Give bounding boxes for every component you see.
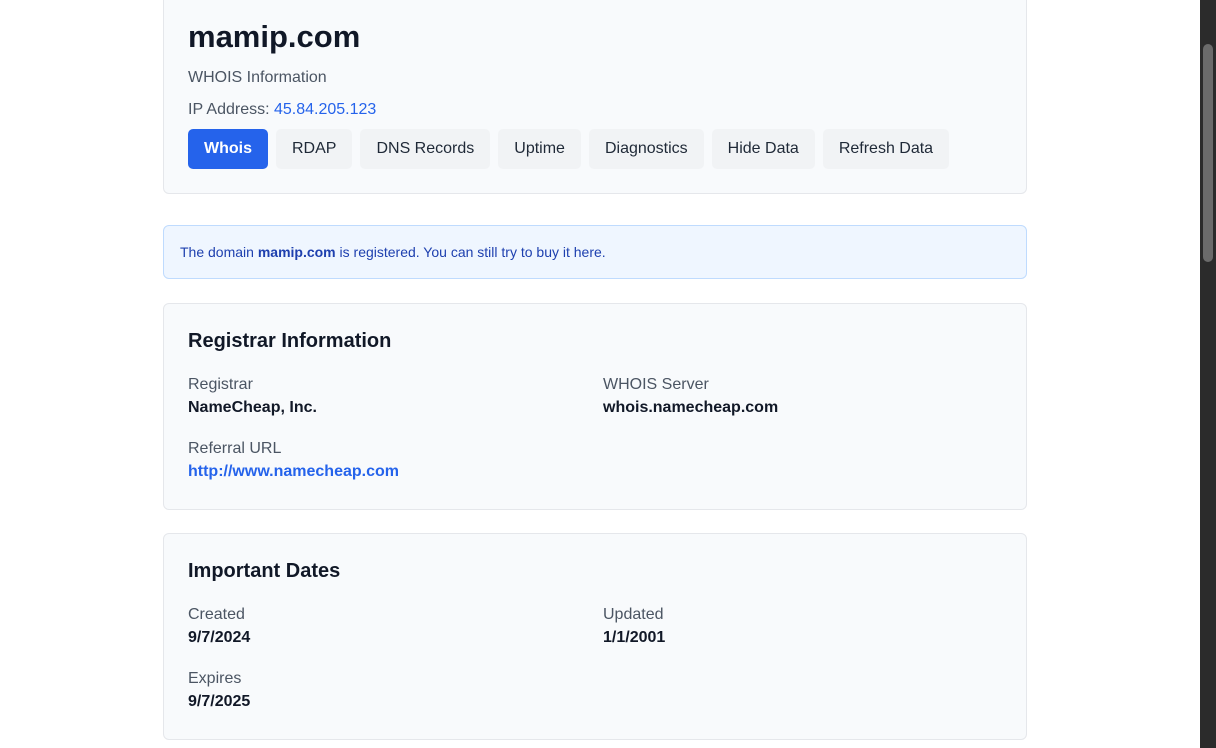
created-value: 9/7/2024 [188, 629, 251, 646]
buy-domain-link[interactable]: here [574, 244, 602, 260]
ip-address-link[interactable]: 45.84.205.123 [274, 101, 376, 118]
created-field: Created 9/7/2024 [188, 604, 250, 650]
updated-value: 1/1/2001 [603, 629, 666, 646]
expires-label: Expires [188, 670, 242, 687]
refresh-data-button[interactable]: Refresh Data [822, 129, 950, 169]
updated-field: Updated 1/1/2001 [603, 604, 665, 650]
registrar-field: Registrar NameCheap, Inc. [188, 374, 317, 420]
registration-notice: The domain mamip.com is registered. You … [163, 225, 1027, 279]
dns-records-button[interactable]: DNS Records [360, 129, 491, 169]
notice-middle: is registered. You can still try to buy … [335, 244, 574, 260]
page-title: mamip.com [188, 19, 361, 54]
dates-section-title: Important Dates [188, 560, 341, 582]
referral-url-link[interactable]: http://www.namecheap.com [188, 463, 399, 480]
vertical-scrollbar[interactable] [1200, 0, 1216, 748]
notice-domain: mamip.com [257, 244, 336, 260]
scrollbar-thumb[interactable] [1203, 44, 1213, 262]
hide-data-button[interactable]: Hide Data [711, 129, 815, 169]
whois-server-label: WHOIS Server [603, 376, 709, 393]
referral-url-field: Referral URL http://www.namecheap.com [188, 438, 399, 484]
page-subtitle: WHOIS Information [188, 69, 327, 86]
notice-prefix: The domain [180, 244, 258, 260]
registrar-label: Registrar [188, 376, 253, 393]
ip-address-label: IP Address: [188, 101, 274, 118]
registrar-section-title: Registrar Information [188, 330, 392, 352]
whois-button[interactable]: Whois [188, 129, 268, 169]
registrar-value: NameCheap, Inc. [188, 399, 317, 416]
referral-url-label: Referral URL [188, 440, 282, 457]
registrar-info-card: Registrar Information Registrar NameChea… [163, 303, 1027, 510]
action-button-row: Whois RDAP DNS Records Uptime Diagnostic… [188, 129, 950, 169]
important-dates-card: Important Dates Created 9/7/2024 Updated… [163, 533, 1027, 740]
expires-value: 9/7/2025 [188, 693, 251, 710]
notice-suffix: . [601, 244, 606, 260]
updated-label: Updated [603, 606, 664, 623]
uptime-button[interactable]: Uptime [498, 129, 581, 169]
header-card: mamip.com WHOIS Information IP Address: … [163, 0, 1027, 194]
diagnostics-button[interactable]: Diagnostics [588, 129, 704, 169]
whois-server-value: whois.namecheap.com [603, 399, 779, 416]
created-label: Created [188, 606, 245, 623]
expires-field: Expires 9/7/2025 [188, 668, 250, 714]
whois-server-field: WHOIS Server whois.namecheap.com [603, 374, 778, 420]
ip-address-line: IP Address: 45.84.205.123 [188, 101, 376, 119]
rdap-button[interactable]: RDAP [276, 129, 353, 169]
page: mamip.com WHOIS Information IP Address: … [0, 0, 1216, 748]
